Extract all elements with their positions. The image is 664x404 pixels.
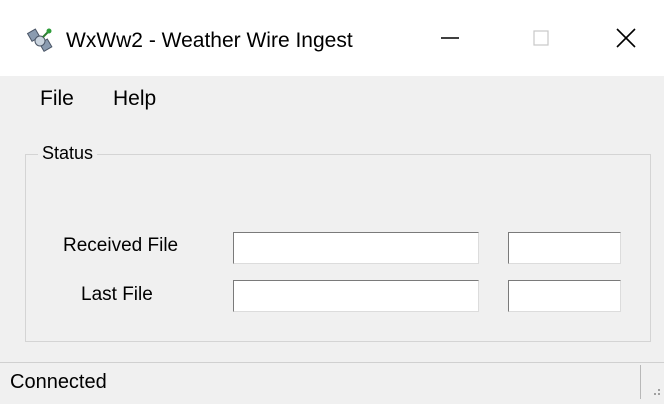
menu-item-help[interactable]: Help [113, 84, 156, 114]
maximize-button[interactable] [501, 0, 581, 76]
maximize-icon [533, 30, 549, 46]
minimize-button[interactable] [410, 0, 490, 76]
received-file-label: Received File [63, 235, 179, 256]
minimize-icon [441, 37, 459, 39]
connection-status: Connected [10, 371, 107, 393]
window-title: WxWw2 - Weather Wire Ingest [66, 29, 353, 52]
received-file-field[interactable] [233, 232, 479, 264]
close-icon [616, 28, 636, 48]
menu-item-file[interactable]: File [40, 84, 74, 114]
last-file-label: Last File [81, 284, 153, 305]
close-button[interactable] [586, 0, 664, 76]
last-file-secondary-field[interactable] [508, 280, 621, 312]
satellite-icon [26, 27, 56, 55]
title-bar[interactable]: WxWw2 - Weather Wire Ingest [0, 0, 664, 76]
status-divider [640, 365, 641, 399]
status-bar: Connected [0, 362, 664, 399]
last-file-field[interactable] [233, 280, 479, 312]
received-file-secondary-field[interactable] [508, 232, 621, 264]
status-group-legend: Status [38, 141, 98, 165]
menu-bar: File Help [0, 76, 664, 122]
resize-grip-icon[interactable] [648, 379, 664, 399]
